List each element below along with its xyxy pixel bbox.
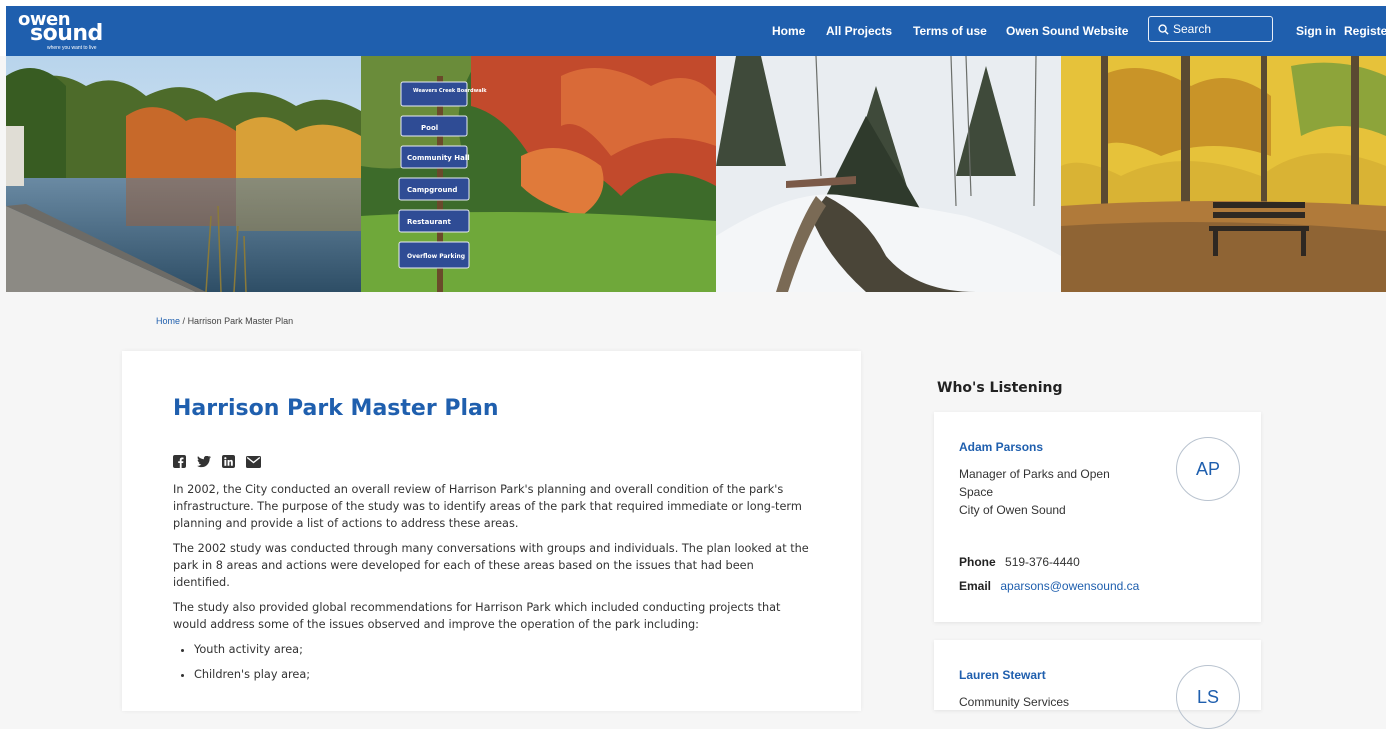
whos-listening-heading: Who's Listening [937,380,1063,396]
description-paragraph: The study also provided global recommend… [173,601,781,631]
contact-organization: City of Owen Sound [959,503,1066,517]
nav-owen-sound-website[interactable]: Owen Sound Website [1006,24,1128,38]
banner-photo-signpost: Weavers Creek Boardwalk Pool Community H… [361,56,716,292]
phone-value: 519-376-4440 [1005,555,1080,569]
breadcrumb-home[interactable]: Home [156,316,180,326]
nav-all-projects[interactable]: All Projects [826,24,892,38]
page-title: Harrison Park Master Plan [173,396,499,421]
search-input[interactable]: Search [1148,16,1273,42]
list-item: Children's play area; [194,666,813,683]
contact-name[interactable]: Adam Parsons [959,440,1043,454]
contact-card: Lauren Stewart Community Services LS [934,640,1261,729]
nav-home[interactable]: Home [772,24,805,38]
logo-tagline: where you want to live [47,45,97,51]
contact-card: Adam Parsons Manager of Parks and Open S… [934,412,1261,622]
logo-text-sound: sound [30,21,103,46]
project-description: In 2002, the City conducted an overall r… [173,481,813,691]
sign-weavers-creek: Weavers Creek Boardwalk [413,88,487,94]
contact-role: Community Services [959,695,1070,709]
breadcrumb-separator: / [182,316,186,326]
sign-campground: Campground [407,186,457,194]
avatar: LS [1176,665,1240,729]
email-link[interactable]: aparsons@owensound.ca [1000,579,1139,593]
register-link[interactable]: Register [1344,24,1386,38]
email-label: Email [959,579,992,593]
site-logo[interactable]: owen sound where you want to live [18,11,103,51]
twitter-icon[interactable] [197,455,211,468]
list-item: Youth activity area; [194,641,813,658]
sign-pool: Pool [421,124,438,132]
phone-label: Phone [959,555,996,569]
contact-name[interactable]: Lauren Stewart [959,668,1046,682]
nav-terms-of-use[interactable]: Terms of use [913,24,987,38]
facebook-icon[interactable] [173,455,186,468]
sign-community-hall: Community Hall [407,154,470,162]
project-card: Harrison Park Master Plan In 2002, the C… [122,351,861,711]
avatar: AP [1176,437,1240,501]
contact-phone: Phone 519-376-4440 [959,555,1080,569]
sign-in-link[interactable]: Sign in [1296,24,1336,38]
banner-photo-bench [1061,56,1386,292]
search-icon [1158,23,1169,35]
recommendations-list: Youth activity area; Children's play are… [173,641,813,683]
sign-restaurant: Restaurant [407,218,452,226]
share-buttons [173,455,261,468]
contact-email: Email aparsons@owensound.ca [959,579,1139,593]
linkedin-icon[interactable] [222,455,235,468]
site-header: owen sound where you want to live Home A… [0,0,1386,56]
contact-title: Manager of Parks and Open Space [959,467,1110,499]
description-paragraph: In 2002, the City conducted an overall r… [173,483,802,530]
breadcrumb-current: Harrison Park Master Plan [187,316,294,326]
banner-photo-winter-creek [716,56,1061,292]
banner-photo-lake [6,56,361,292]
breadcrumb: Home / Harrison Park Master Plan [156,316,293,326]
contact-role: Manager of Parks and Open Space City of … [959,465,1139,519]
email-icon[interactable] [246,455,261,468]
search-placeholder: Search [1173,22,1212,36]
sign-overflow-parking: Overflow Parking [407,253,465,260]
description-paragraph: The 2002 study was conducted through man… [173,542,809,589]
hero-banner: Weavers Creek Boardwalk Pool Community H… [6,56,1386,292]
header-bar: owen sound where you want to live Home A… [6,6,1386,56]
